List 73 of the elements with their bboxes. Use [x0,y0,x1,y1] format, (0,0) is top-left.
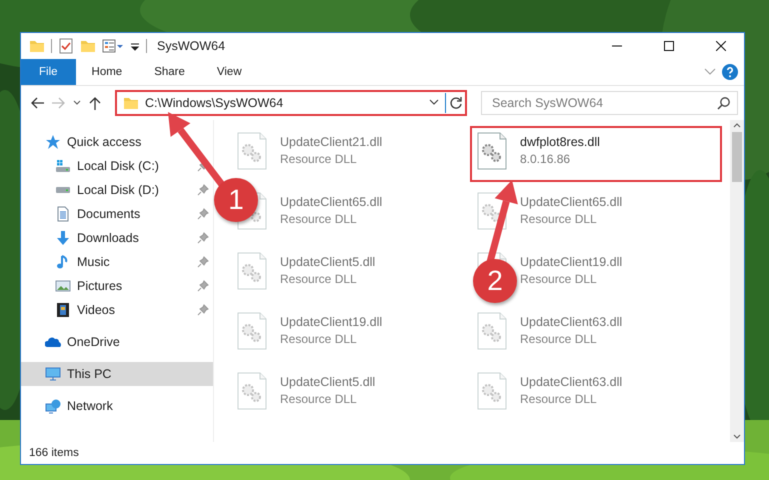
file-name: UpdateClient19.dll [280,315,382,329]
sidebar-item[interactable]: Music [77,255,191,269]
file-detail: Resource DLL [280,332,358,346]
ribbon-tab[interactable]: Share [138,59,201,85]
file-detail: Resource DLL [520,272,598,286]
sidebar-item[interactable]: Videos [77,303,191,317]
monitor-icon [45,366,61,382]
file-name: UpdateClient65.dll [280,195,382,209]
file-detail: 8.0.16.86 [520,152,572,166]
down-arrow-icon [55,230,71,246]
ribbon-tab[interactable]: View [200,59,258,85]
folder-icon [80,38,96,54]
search-field[interactable]: Search SysWOW64 [481,91,738,115]
scrollbar[interactable] [730,120,744,442]
sidebar-item[interactable]: Documents [77,207,191,221]
file-icon [476,132,508,172]
help-icon[interactable] [722,64,738,80]
file-icon [476,192,508,232]
landscape-icon [55,278,71,294]
file-menu-button[interactable]: File [21,59,76,85]
file-name: UpdateClient5.dll [280,375,376,389]
search-icon[interactable] [717,96,731,110]
sidebar-item[interactable]: Local Disk (D:) [77,183,191,197]
address-path: C:\Windows\SysWOW64 [145,96,284,110]
file-detail: Resource DLL [520,392,598,406]
file-detail: Resource DLL [280,392,358,406]
file-icon [236,252,268,292]
sidebar-item[interactable]: This PC [67,367,213,381]
sidebar-item[interactable]: Network [67,399,213,413]
maximize-icon [664,41,674,51]
status-text: 166 items [29,447,79,459]
back-icon[interactable] [29,95,45,111]
file-name: dwfplot8res.dll [520,135,600,149]
file-icon [476,372,508,412]
file-name: UpdateClient63.dll [520,315,622,329]
file-detail: Resource DLL [280,272,358,286]
chevron-down-icon[interactable] [429,99,439,107]
checklist-icon [58,38,74,54]
file-detail: Resource DLL [520,332,598,346]
window-title: SysWOW64 [157,39,226,53]
network-icon [45,398,61,414]
sidebar-item[interactable]: Downloads [77,231,191,245]
sidebar-item[interactable]: Pictures [77,279,191,293]
sidebar-item[interactable]: OneDrive [67,335,213,349]
scroll-thumb[interactable] [732,132,742,182]
file-name: UpdateClient19.dll [520,255,622,269]
file-name: UpdateClient65.dll [520,195,622,209]
close-icon [716,41,726,51]
up-arrow-icon[interactable] [87,95,103,111]
document-icon [55,206,71,222]
file-icon [476,312,508,352]
refresh-icon [448,96,462,110]
ribbon-tab[interactable]: Home [76,59,138,85]
address-field[interactable]: C:\Windows\SysWOW64 [115,90,467,116]
file-icon [236,312,268,352]
drive-icon [55,186,71,194]
sidebar-item[interactable]: Quick access [67,135,213,149]
sidebar-item[interactable]: Local Disk (C:) [77,159,191,173]
properties-icon [102,38,124,54]
file-name: UpdateClient5.dll [280,255,376,269]
file-icon [236,132,268,172]
file-name: UpdateClient63.dll [520,375,622,389]
file-icon [236,372,268,412]
file-detail: Resource DLL [280,152,358,166]
file-detail: Resource DLL [280,212,358,226]
folder-icon [29,38,45,54]
minimize-icon [612,45,622,47]
star-icon [45,134,61,150]
file-detail: Resource DLL [520,212,598,226]
folder-icon [123,95,139,111]
film-icon [55,302,71,318]
file-name: UpdateClient21.dll [280,135,382,149]
drive-icon [55,158,71,174]
